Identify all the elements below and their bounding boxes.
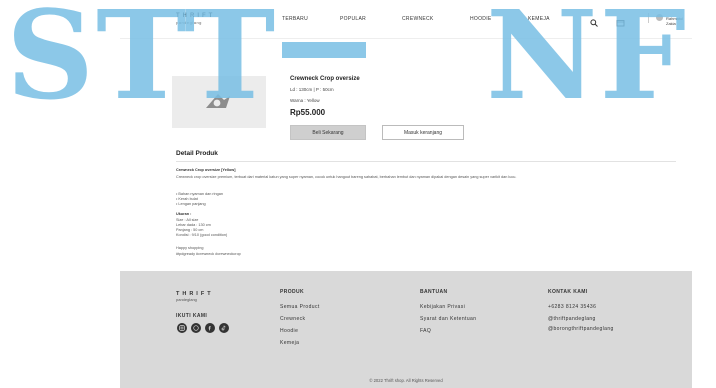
page: THRIFT pandeglang TERBARU POPULAR CREWNE… [120,0,692,388]
footer-brand-line2: pandeglang [176,297,197,302]
contact-phone[interactable]: +6283 8124 35436 [548,304,596,310]
footer-link-crewneck[interactable]: Crewneck [280,316,305,322]
cart-icon[interactable] [616,14,625,27]
user-avatar[interactable] [656,14,663,21]
brand-line2: pandeglang [176,20,202,25]
detail-tagline: Happy shopping [176,246,204,250]
copyright: © 2022 Thrift shop. All Rights Reserved [369,378,443,383]
product-color: Warna : Yellow [290,98,320,103]
detail-bullet: • Lengan panjang [176,202,206,206]
size-heading: Ukuran : [176,212,192,216]
nav-hoodie[interactable]: HOODIE [470,16,492,22]
add-to-cart-button[interactable]: Masuk keranjang [382,125,464,140]
contact-instagram-2[interactable]: @borongthriftpandeglang [548,326,614,332]
contact-instagram[interactable]: @thriftpandeglang [548,316,596,322]
detail-heading: Detail Produk [176,150,218,157]
kontak-heading: KONTAK KAMI [548,289,588,295]
detail-hashtags: #tpdgready #crewneck #crewneckcrop [176,252,241,256]
nav-crewneck[interactable]: CREWNECK [402,16,434,22]
brand-line1: THRIFT [176,13,216,19]
header-divider [648,13,649,23]
footer-link-semua-product[interactable]: Semua Product [280,304,320,310]
size-row: Kondisi : 9/10 (good condition) [176,233,228,237]
brand-logo[interactable]: THRIFT pandeglang [176,13,215,25]
top-navbar: THRIFT pandeglang TERBARU POPULAR CREWNE… [120,0,692,39]
tiktok-icon[interactable] [219,323,229,333]
product-price: Rp55.000 [290,108,326,117]
facebook-icon[interactable] [205,323,215,333]
detail-description: Crewneck crop oversize premium, terbuat … [176,175,517,179]
product-size: Ld : 130cm | P : 50cm [290,87,334,92]
instagram-icon[interactable] [177,323,187,333]
detail-name-line: Crewneck Crop oversize [Yellow] [176,168,236,172]
product-image [172,76,266,128]
whatsapp-icon[interactable] [191,323,201,333]
nav-popular[interactable]: POPULAR [340,16,366,22]
footer-link-syarat-ketentuan[interactable]: Syarat dan Ketentuan [420,316,476,322]
search-icon[interactable] [590,14,598,27]
footer-link-hoodie[interactable]: Hoodie [280,328,298,334]
produk-heading: PRODUK [280,289,305,295]
bantuan-heading: BANTUAN [420,289,448,295]
detail-divider [176,161,676,162]
footer-link-faq[interactable]: FAQ [420,328,431,334]
footer-brand: THRIFT pandeglang [176,291,214,302]
placeholder-logo-icon [204,90,232,117]
footer-link-kebijakan-privasi[interactable]: Kebijakan Privasi [420,304,465,310]
buy-now-button[interactable]: Beli Sekarang [290,125,366,140]
nav-kemeja[interactable]: KEMEJA [528,16,550,22]
product-title: Crewneck Crop oversize [290,76,360,82]
follow-heading: IKUTI KAMI [176,313,208,319]
user-name[interactable]: Rahmatul Zakia [666,16,692,26]
nav-terbaru[interactable]: TERBARU [282,16,308,22]
footer-link-kemeja[interactable]: Kemeja [280,340,299,346]
